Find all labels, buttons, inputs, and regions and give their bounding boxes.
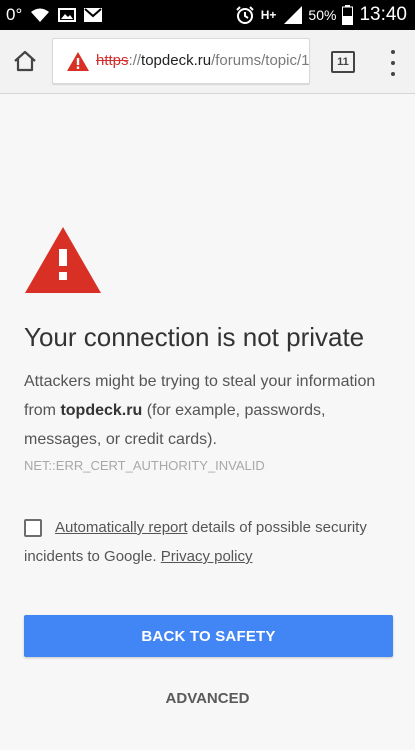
temperature: 0° <box>6 5 23 24</box>
report-checkbox[interactable] <box>24 519 42 537</box>
menu-icon <box>391 50 395 54</box>
page-title: Your connection is not private <box>24 322 365 352</box>
back-to-safety-button[interactable]: BACK TO SAFETY <box>24 615 393 657</box>
warning-icon[interactable] <box>66 51 90 77</box>
explanation-host: topdeck.ru <box>60 402 143 419</box>
url-separator: :// <box>128 52 142 69</box>
image-icon <box>58 7 77 23</box>
battery-icon <box>342 5 354 25</box>
alarm-icon <box>235 5 255 25</box>
tab-switcher-button[interactable]: 11 <box>331 51 355 73</box>
menu-button[interactable] <box>386 50 400 76</box>
url-bar[interactable]: https://topdeck.ru/forums/topic/1 <box>52 38 310 84</box>
clock: 13:40 <box>359 4 407 25</box>
status-bar: 0° H+ 50% 13:40 <box>0 0 415 30</box>
signal-icon <box>282 6 303 24</box>
home-icon <box>14 50 36 72</box>
url-scheme: https <box>96 52 129 69</box>
report-text: Automatically report details of possible… <box>24 513 399 571</box>
large-warning-icon <box>24 226 102 299</box>
privacy-policy-link[interactable]: Privacy policy <box>161 548 253 565</box>
explanation-text: Attackers might be trying to steal your … <box>24 367 399 454</box>
automatic-report-link[interactable]: Automatically report <box>55 519 188 536</box>
advanced-button[interactable]: ADVANCED <box>0 690 415 707</box>
mail-icon <box>84 8 103 22</box>
battery-percent: 50% <box>308 7 337 23</box>
url-text[interactable]: https://topdeck.ru/forums/topic/1 <box>96 52 309 69</box>
url-host: topdeck.ru <box>141 52 212 69</box>
menu-icon-dot <box>391 72 395 76</box>
browser-toolbar: https://topdeck.ru/forums/topic/1 11 <box>0 30 415 94</box>
url-path: /forums/topic/1 <box>211 52 310 69</box>
report-option: Automatically report details of possible… <box>24 513 399 571</box>
home-button[interactable] <box>10 46 40 76</box>
error-code[interactable]: NET::ERR_CERT_AUTHORITY_INVALID <box>24 458 265 473</box>
network-type: H+ <box>260 8 277 22</box>
wifi-icon <box>30 7 50 23</box>
menu-icon-dot <box>391 61 395 65</box>
